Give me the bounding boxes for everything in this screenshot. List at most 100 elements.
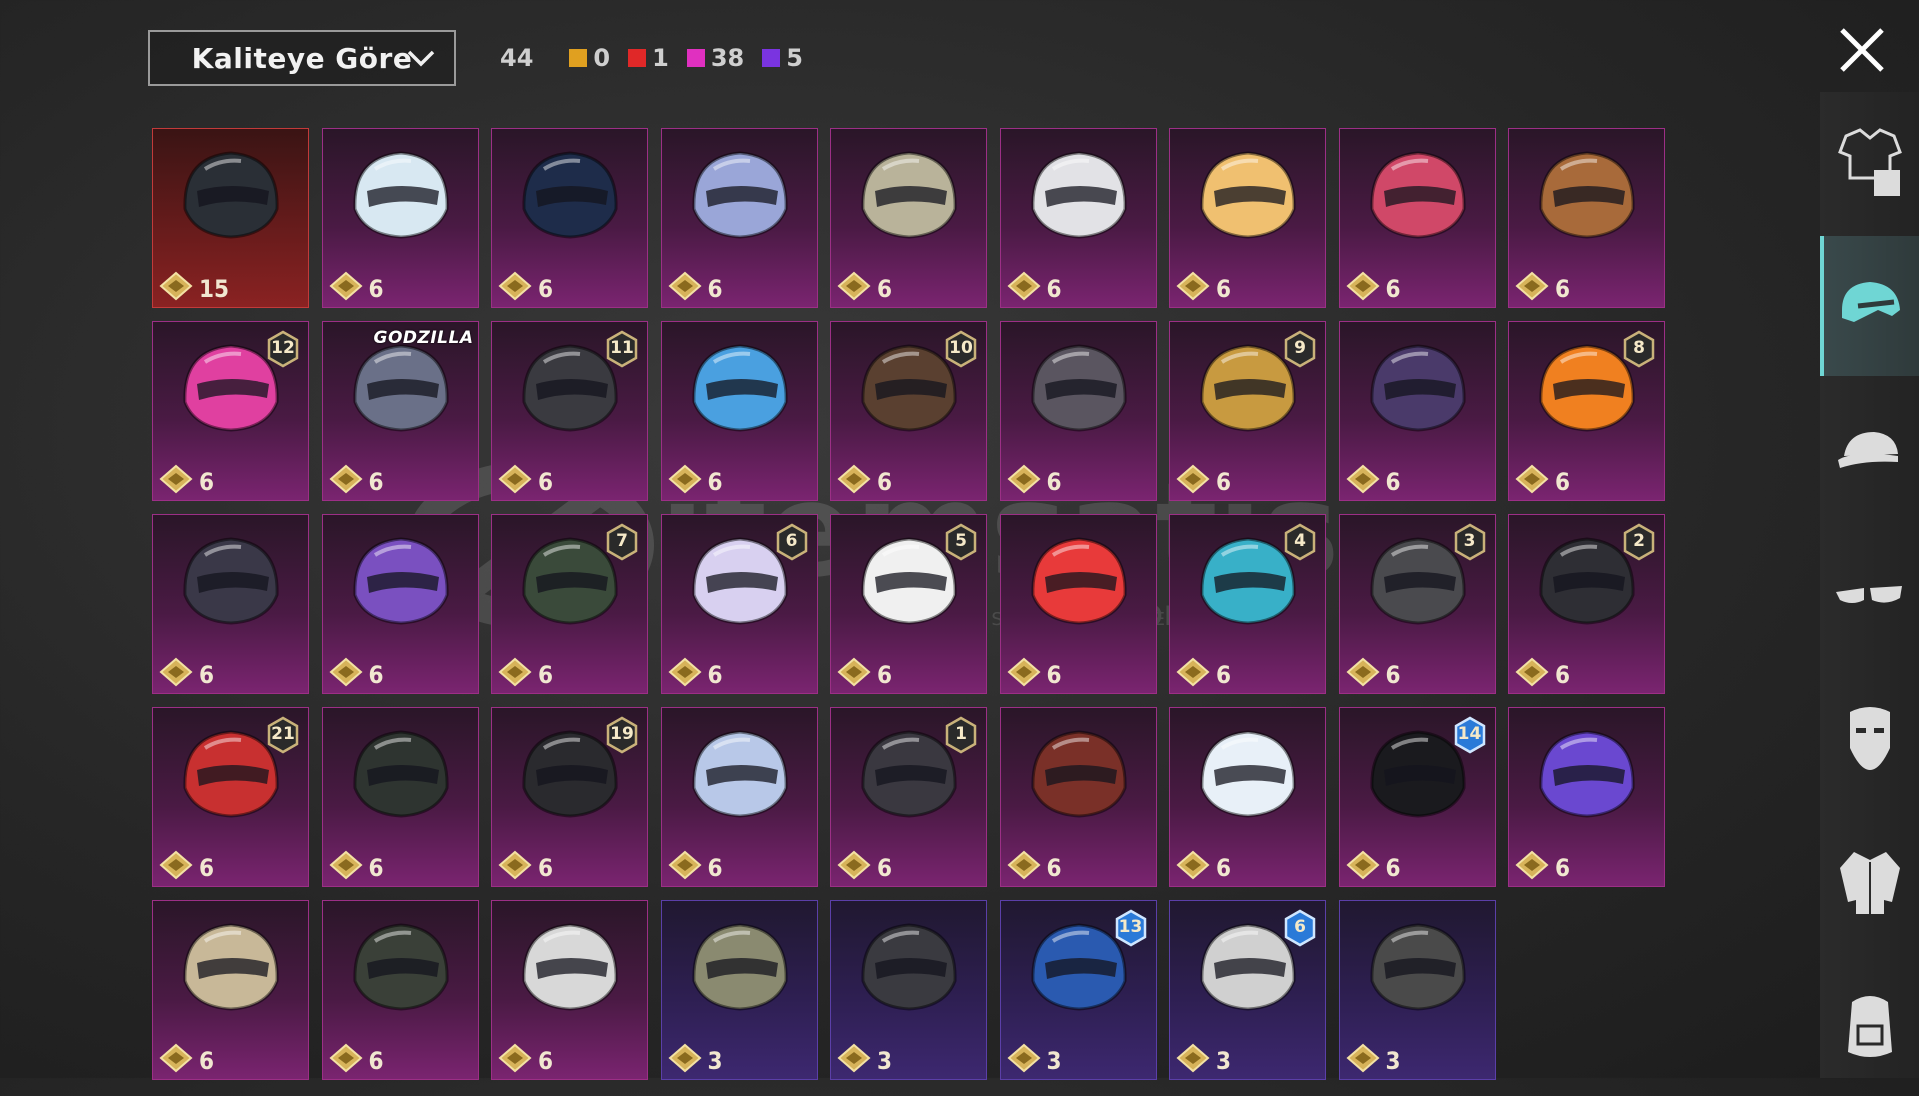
helmet-image [183,923,279,1011]
level-badge-number: 14 [1457,724,1482,744]
helmet-image [352,730,449,818]
total-count: 44 [500,44,534,72]
level-badge: 9 [1283,330,1317,368]
item-card[interactable]: 6 [999,514,1157,694]
item-card[interactable]: 6 [321,707,479,887]
item-card[interactable]: 6 [491,900,648,1080]
item-card[interactable]: 16 [830,707,987,887]
close-icon[interactable] [1834,22,1890,78]
item-card[interactable]: 6 [999,128,1157,308]
item-card[interactable]: 11 6 [491,321,648,501]
collab-badge: GODZILLA [373,328,474,348]
coin-icon [667,850,702,880]
coin-icon [498,464,532,494]
level-badge-number: 3 [1463,531,1476,551]
item-card[interactable]: 6 [660,321,818,501]
sidebar-item-mask[interactable] [1820,668,1919,808]
item-card[interactable]: 15 [152,128,309,308]
item-card[interactable]: 6 [1508,707,1665,887]
sidebar-item-helmet[interactable] [1820,236,1919,376]
item-card[interactable]: 6 [1338,128,1496,308]
count-purple: 5 [762,44,803,72]
item-price: 6 [707,661,723,689]
item-price: 6 [1385,275,1401,303]
coin-icon [667,271,702,301]
item-card[interactable]: 3 [830,900,987,1080]
sidebar-item-outfit[interactable] [1820,92,1919,232]
item-card[interactable]: 6 [491,128,648,308]
coin-icon [159,464,193,494]
coin-icon [328,850,363,880]
item-card[interactable]: 6 [321,514,479,694]
sidebar-item-jacket[interactable] [1820,812,1919,952]
item-card[interactable]: 6 [1508,128,1665,308]
coin-icon [1006,271,1041,301]
item-card[interactable]: 14 6 [1338,707,1496,887]
coin-icon [498,850,532,880]
item-price: 6 [199,468,215,496]
item-price: 6 [538,1047,554,1075]
item-card[interactable]: 6 [321,900,479,1080]
item-price: 6 [199,854,215,882]
item-card[interactable]: 86 [1508,321,1665,501]
coin-icon [1176,464,1210,494]
item-card[interactable]: 76 [491,514,648,694]
sidebar-item-backpack[interactable] [1820,956,1919,1096]
helmet-image [183,537,279,625]
item-card[interactable]: 12 6 [152,321,309,501]
coin-icon [498,657,532,687]
count-red-value: 1 [652,44,669,72]
item-card[interactable]: 6 [999,321,1157,501]
item-card[interactable]: 3 [660,900,818,1080]
item-card[interactable]: 6 [152,514,309,694]
item-price: 6 [1216,854,1232,882]
item-card[interactable]: 46 [1169,514,1326,694]
item-card[interactable]: 19 6 [491,707,648,887]
level-badge-number: 13 [1118,917,1143,937]
item-card[interactable]: 6 [321,128,479,308]
coin-icon [159,1043,193,1073]
helmet-image [691,923,788,1011]
item-card[interactable]: 26 [1508,514,1665,694]
chevron-down-icon [407,50,435,67]
item-card[interactable]: 36 [1338,514,1496,694]
item-card[interactable]: 56 [830,514,987,694]
count-gold-value: 0 [593,44,611,72]
item-price: 6 [877,468,893,496]
sidebar-item-glasses[interactable] [1820,524,1919,664]
item-card[interactable]: 21 6 [152,707,309,887]
coin-icon [159,850,193,880]
item-card[interactable]: 13 3 [999,900,1157,1080]
level-badge: 8 [1622,330,1656,368]
item-card[interactable]: 6 [152,900,309,1080]
item-card[interactable]: 6 [1338,321,1496,501]
item-price: 6 [1046,468,1062,496]
coin-icon [498,1043,532,1073]
item-card[interactable]: 10 6 [830,321,987,501]
item-price: 6 [707,854,723,882]
sort-dropdown[interactable]: Kaliteye Göre [148,30,456,86]
helmet-image [352,537,449,625]
item-card[interactable]: 6 [1169,128,1326,308]
item-card[interactable]: 6 [1169,707,1326,887]
item-card[interactable]: 3 [1338,900,1496,1080]
coin-icon [1345,657,1380,687]
purple-swatch [762,49,781,67]
item-card[interactable]: 6 [830,128,987,308]
item-card[interactable]: 63 [1169,900,1326,1080]
item-price: 6 [1385,854,1401,882]
item-card[interactable]: GODZILLA 6 [321,321,479,501]
item-price: 6 [538,661,554,689]
helmet-image [522,923,618,1011]
item-card[interactable]: 6 [660,128,818,308]
item-card[interactable]: 96 [1169,321,1326,501]
item-card[interactable]: 66 [660,514,818,694]
item-price: 6 [538,854,554,882]
level-badge: 11 [605,330,639,368]
item-card[interactable]: 6 [999,707,1157,887]
coin-icon [1176,657,1210,687]
red-swatch [628,49,647,67]
count-red: 1 [628,44,669,72]
sidebar-item-cap[interactable] [1820,380,1919,520]
item-card[interactable]: 6 [660,707,818,887]
